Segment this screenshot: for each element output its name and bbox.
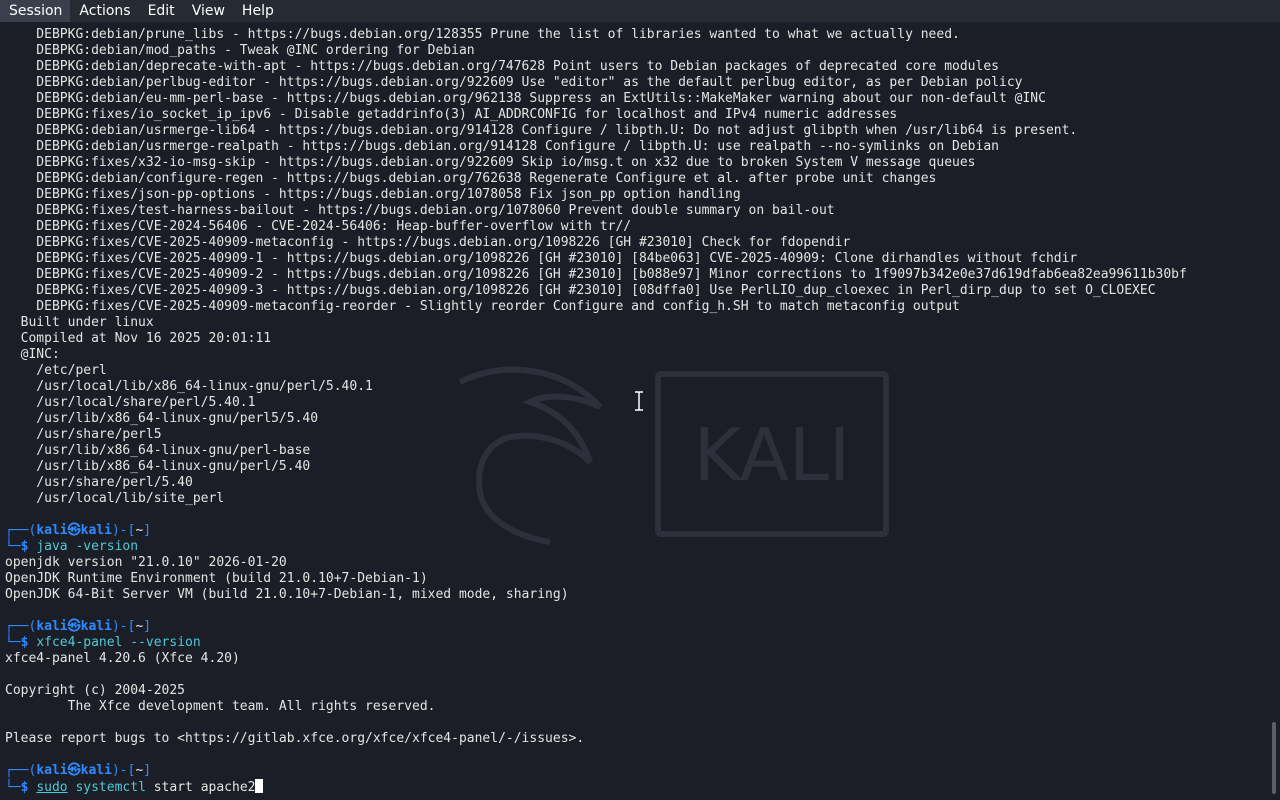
- output-line: DEBPKG:debian/perlbug-editor - https://b…: [5, 75, 1023, 90]
- command-name: xfce4-panel: [36, 635, 123, 650]
- output-line: Please report bugs to <https://gitlab.xf…: [5, 731, 585, 746]
- output-line: The Xfce development team. All rights re…: [5, 699, 436, 714]
- prompt-host: kali: [80, 763, 112, 778]
- command-args: -version: [67, 539, 139, 554]
- output-line: @INC:: [5, 347, 60, 362]
- output-line: /usr/lib/x86_64-linux-gnu/perl/5.40: [5, 459, 311, 474]
- prompt-border: └─: [5, 780, 21, 795]
- output-line: Compiled at Nov 16 2025 20:01:11: [5, 331, 272, 346]
- output-line: DEBPKG:debian/prune_libs - https://bugs.…: [5, 27, 960, 42]
- output-line: /usr/lib/x86_64-linux-gnu/perl5/5.40: [5, 411, 319, 426]
- prompt-line: ┌──(kali㉿kali)-[~]: [5, 523, 1187, 539]
- output-line: /usr/local/lib/x86_64-linux-gnu/perl/5.4…: [5, 379, 373, 394]
- menu-session[interactable]: Session: [0, 0, 71, 22]
- prompt-border: └─: [5, 539, 21, 554]
- menu-view[interactable]: View: [183, 0, 233, 22]
- output-line: xfce4-panel 4.20.6 (Xfce 4.20): [5, 651, 240, 666]
- output-line: DEBPKG:fixes/CVE-2024-56406 - CVE-2024-5…: [5, 219, 632, 234]
- command-line[interactable]: └─$ sudo systemctl start apache2: [5, 779, 1187, 795]
- prompt-user: kali: [36, 523, 68, 538]
- output-line: DEBPKG:debian/eu-mm-perl-base - https://…: [5, 91, 1046, 106]
- output-line: DEBPKG:debian/mod_paths - Tweak @INC ord…: [5, 43, 475, 58]
- output-line: /usr/lib/x86_64-linux-gnu/perl-base: [5, 443, 311, 458]
- output-line: DEBPKG:fixes/CVE-2025-40909-1 - https://…: [5, 251, 1078, 266]
- output-line: DEBPKG:fixes/io_socket_ip_ipv6 - Disable…: [5, 107, 898, 122]
- menu-help[interactable]: Help: [233, 0, 282, 22]
- output-line: /usr/local/share/perl/5.40.1: [5, 395, 256, 410]
- scrollbar[interactable]: [1272, 722, 1276, 794]
- command-args: --version: [122, 635, 201, 650]
- menu-actions[interactable]: Actions: [70, 0, 138, 22]
- command-args: start apache2: [145, 780, 256, 795]
- sudo-keyword: sudo: [36, 780, 68, 795]
- prompt-at: ㉿: [67, 619, 81, 634]
- output-line: /usr/local/lib/site_perl: [5, 491, 225, 506]
- prompt-at: ㉿: [67, 763, 81, 778]
- output-line: openjdk version "21.0.10" 2026-01-20: [5, 555, 287, 570]
- output-line: DEBPKG:debian/configure-regen - https://…: [5, 171, 937, 186]
- prompt-host: kali: [80, 619, 112, 634]
- prompt-dollar: $: [20, 539, 37, 554]
- command-line[interactable]: └─$ java -version: [5, 539, 1187, 555]
- prompt-user: kali: [36, 763, 68, 778]
- prompt-border: )-[: [111, 619, 136, 634]
- prompt-border: ]: [143, 523, 152, 538]
- prompt-border: ]: [143, 619, 152, 634]
- prompt-host: kali: [80, 523, 112, 538]
- output-line: DEBPKG:debian/usrmerge-realpath - https:…: [5, 139, 999, 154]
- prompt-user: kali: [36, 619, 68, 634]
- prompt-border: ┌──(: [5, 619, 37, 634]
- prompt-border: └─: [5, 635, 21, 650]
- prompt-border: )-[: [111, 523, 136, 538]
- output-line: DEBPKG:fixes/test-harness-bailout - http…: [5, 203, 835, 218]
- prompt-border: ┌──(: [5, 523, 37, 538]
- menu-edit[interactable]: Edit: [139, 0, 183, 22]
- terminal-output: DEBPKG:debian/prune_libs - https://bugs.…: [5, 27, 1187, 795]
- output-line: /etc/perl: [5, 363, 107, 378]
- output-line: DEBPKG:fixes/x32-io-msg-skip - https://b…: [5, 155, 976, 170]
- output-line: OpenJDK 64-Bit Server VM (build 21.0.10+…: [5, 587, 569, 602]
- prompt-dollar: $: [20, 780, 37, 795]
- prompt-dollar: $: [20, 635, 37, 650]
- output-line: Built under linux: [5, 315, 154, 330]
- output-line: DEBPKG:fixes/CVE-2025-40909-metaconfig -…: [5, 235, 851, 250]
- output-line: DEBPKG:debian/deprecate-with-apt - https…: [5, 59, 999, 74]
- output-line: DEBPKG:fixes/CVE-2025-40909-metaconfig-r…: [5, 299, 960, 314]
- output-line: /usr/share/perl5: [5, 427, 162, 442]
- output-line: DEBPKG:fixes/CVE-2025-40909-3 - https://…: [5, 283, 1156, 298]
- prompt-border: )-[: [111, 763, 136, 778]
- output-line: OpenJDK Runtime Environment (build 21.0.…: [5, 571, 428, 586]
- prompt-border: ┌──(: [5, 763, 37, 778]
- output-line: Copyright (c) 2004-2025: [5, 683, 186, 698]
- output-line: DEBPKG:debian/usrmerge-lib64 - https://b…: [5, 123, 1078, 138]
- menubar: Session Actions Edit View Help: [0, 0, 1280, 22]
- prompt-line: ┌──(kali㉿kali)-[~]: [5, 619, 1187, 635]
- output-line: DEBPKG:fixes/CVE-2025-40909-2 - https://…: [5, 267, 1187, 282]
- prompt-line: ┌──(kali㉿kali)-[~]: [5, 763, 1187, 779]
- command-line[interactable]: └─$ xfce4-panel --version: [5, 635, 1187, 651]
- terminal-view[interactable]: KALI DEBPKG:debian/prune_libs - https://…: [0, 22, 1280, 800]
- command-name: java: [36, 539, 68, 554]
- prompt-border: ]: [143, 763, 152, 778]
- output-line: DEBPKG:fixes/json-pp-options - https://b…: [5, 187, 741, 202]
- terminal-cursor: [255, 779, 264, 793]
- command-name: systemctl: [67, 780, 146, 795]
- output-line: /usr/share/perl/5.40: [5, 475, 193, 490]
- prompt-at: ㉿: [67, 523, 81, 538]
